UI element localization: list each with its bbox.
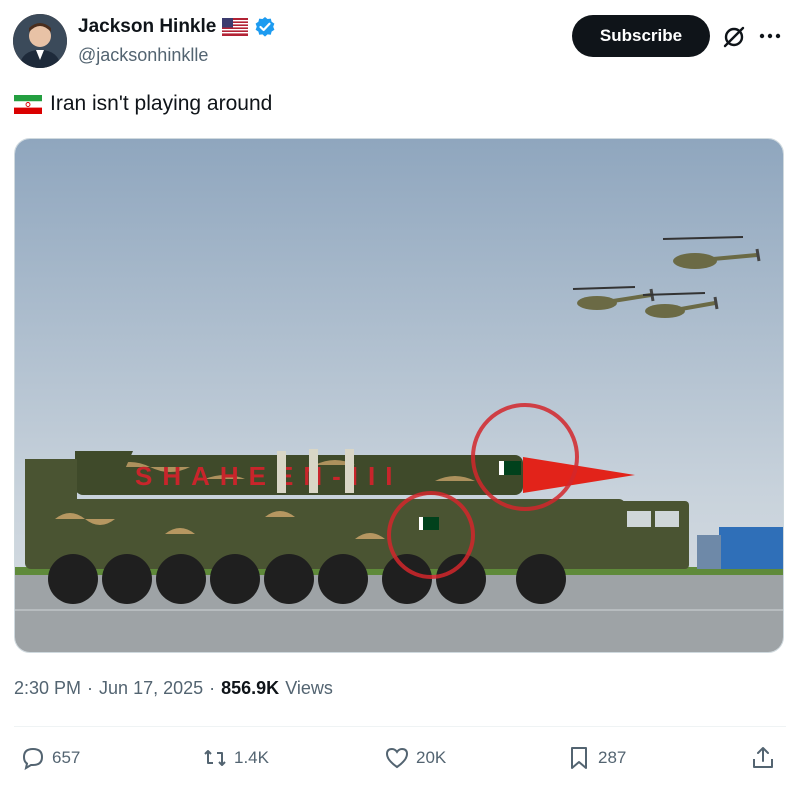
meta-separator: · [87, 678, 94, 698]
repost-count: 1.4K [234, 748, 269, 767]
bookmark-button[interactable]: 287 [566, 745, 626, 771]
views-label: Views [285, 678, 333, 698]
bookmark-icon [571, 747, 587, 769]
missile-parade-photo: SHAHEEN-III [15, 139, 783, 652]
iran-flag-icon [14, 94, 42, 114]
avatar[interactable] [13, 14, 67, 68]
subscribe-button[interactable]: Subscribe [572, 15, 710, 57]
repost-icon [204, 750, 226, 766]
more-icon[interactable] [756, 22, 784, 50]
post-body: Iran isn't playing around [50, 92, 273, 115]
author-handle[interactable]: @jacksonhinklle [78, 45, 208, 66]
post-meta: 2:30 PM · Jun 17, 2025 · 856.9K Views [14, 678, 333, 699]
heart-icon [385, 747, 409, 769]
missile-lettering: SHAHEEN-III [135, 461, 402, 491]
meta-separator: · [209, 678, 216, 698]
reply-icon [22, 747, 44, 771]
reply-button[interactable]: 657 [20, 745, 80, 771]
post-text: Iran isn't playing around [14, 92, 272, 116]
like-count: 20K [416, 748, 447, 767]
post-date[interactable]: Jun 17, 2025 [99, 678, 203, 699]
views-count: 856.9K [221, 678, 280, 698]
bookmark-count: 287 [598, 748, 627, 767]
post-time[interactable]: 2:30 PM [14, 678, 81, 699]
share-button[interactable] [750, 745, 776, 771]
divider [14, 726, 786, 727]
author-name-row: Jackson Hinkle [78, 16, 276, 38]
avatar-photo [13, 14, 67, 68]
reply-count: 657 [52, 748, 81, 767]
grok-icon[interactable] [721, 24, 747, 50]
verified-badge-icon [255, 17, 275, 37]
author-name[interactable]: Jackson Hinkle [78, 16, 216, 38]
like-button[interactable]: 20K [384, 745, 446, 771]
repost-button[interactable]: 1.4K [202, 745, 269, 771]
share-icon [753, 747, 773, 768]
us-flag-icon [222, 18, 249, 36]
post-image[interactable]: SHAHEEN-III [14, 138, 784, 653]
